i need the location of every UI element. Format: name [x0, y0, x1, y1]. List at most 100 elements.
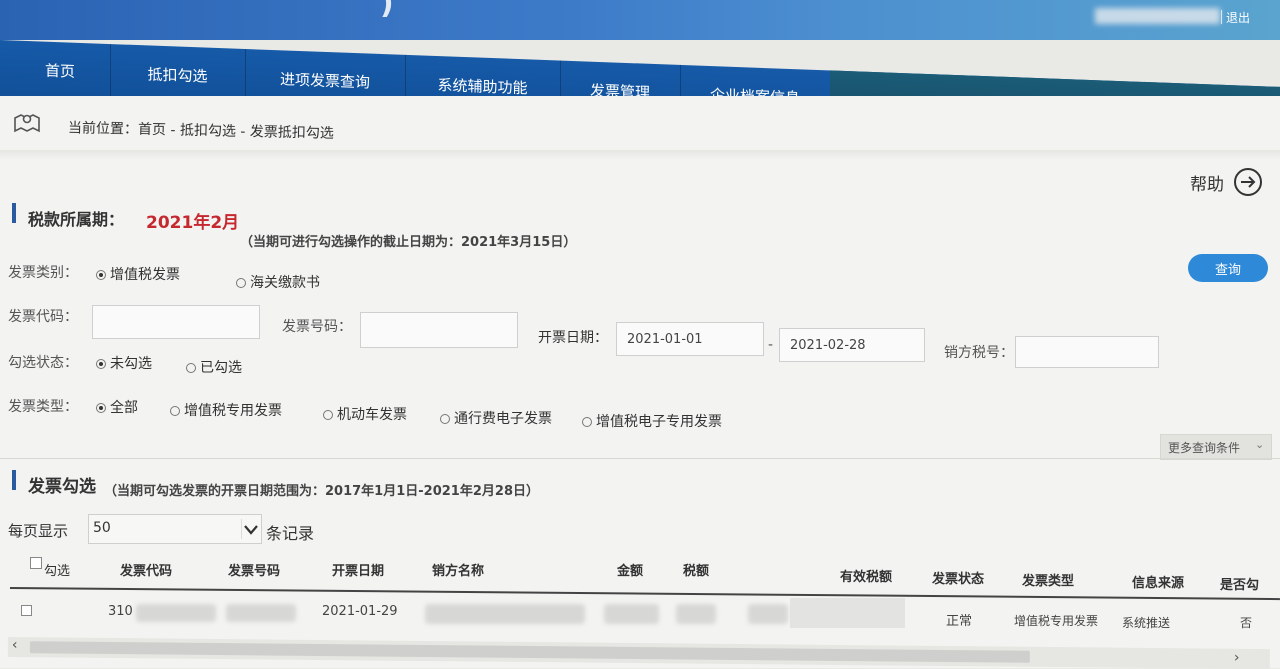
query-button-label: 查询	[1214, 262, 1241, 278]
th-issue-date: 开票日期	[332, 564, 385, 579]
system-title-blurred: )	[380, 0, 394, 21]
cell-is-selected: 否	[1240, 616, 1253, 630]
nav-label: 首页	[44, 61, 75, 81]
chevron-down-icon	[241, 519, 260, 539]
radio-icon[interactable]	[323, 410, 333, 420]
per-page-value: 50	[93, 520, 111, 536]
logout-link[interactable]: 退出	[1226, 9, 1250, 26]
select-status-option[interactable]: 未勾选	[96, 353, 152, 373]
arrow-right-circle-icon[interactable]	[1232, 166, 1264, 198]
cell-invoice-code: 310	[108, 604, 133, 619]
option-label: 海关缴款书	[250, 275, 320, 291]
breadcrumb-divider	[0, 150, 1280, 160]
th-tax: 税额	[683, 564, 710, 579]
nav-home[interactable]: 首页	[10, 40, 111, 101]
invoice-type-option[interactable]: 全部	[96, 397, 138, 417]
invoice-number-input[interactable]	[360, 312, 518, 348]
help-link-label[interactable]: 帮助	[1190, 170, 1224, 195]
option-label: 未勾选	[110, 356, 152, 372]
records-label: 条记录	[266, 524, 315, 543]
invoice-category-option[interactable]: 海关缴款书	[236, 272, 320, 292]
divider	[1221, 10, 1222, 24]
invoice-category-option[interactable]: 增值税发票	[96, 264, 180, 284]
radio-icon[interactable]	[170, 406, 180, 416]
cell-info-source: 系统推送	[1122, 616, 1171, 630]
top-header: ) 退出	[0, 0, 1280, 40]
invoice-code-input[interactable]	[92, 305, 260, 339]
cell-redacted	[136, 604, 216, 622]
select-status-option[interactable]: 已勾选	[186, 357, 242, 377]
cell-redacted	[226, 604, 296, 622]
radio-selected-icon[interactable]	[96, 359, 106, 369]
per-page-label: 每页显示	[8, 522, 69, 540]
select-status-label: 勾选状态：	[8, 355, 78, 371]
invoice-select-note: （当期可勾选发票的开票日期范围为：2017年1月1日-2021年2月28日）	[104, 484, 539, 499]
cell-redacted	[425, 604, 585, 624]
issue-date-label: 开票日期：	[538, 330, 608, 346]
row-checkbox[interactable]	[21, 605, 32, 616]
invoice-category-label: 发票类别：	[8, 265, 78, 281]
per-page-select[interactable]: 50	[88, 514, 262, 544]
radio-selected-icon[interactable]	[96, 403, 106, 413]
scroll-left-icon[interactable]: ‹	[12, 637, 18, 653]
radio-selected-icon[interactable]	[96, 270, 106, 280]
option-label: 全部	[110, 400, 138, 416]
seller-tax-id-input[interactable]	[1015, 336, 1159, 368]
content-panel	[0, 96, 1280, 668]
invoice-type-option[interactable]: 增值税专用发票	[170, 400, 282, 420]
date-to-input[interactable]	[779, 328, 925, 362]
invoice-select-title: 发票勾选	[28, 477, 96, 497]
option-label: 增值税发票	[110, 267, 180, 283]
username-blurred	[1095, 8, 1220, 24]
cell-redacted	[676, 604, 716, 624]
th-is-selected: 是否勾	[1220, 578, 1260, 593]
th-amount: 金额	[617, 564, 644, 579]
cell-invoice-status: 正常	[946, 614, 973, 629]
radio-icon[interactable]	[236, 278, 246, 288]
tax-period-note: （当期可进行勾选操作的截止日期为：2021年3月15日）	[240, 235, 577, 250]
logo-fragment	[10, 0, 100, 6]
location-map-icon	[14, 114, 40, 133]
nav-label: 抵扣勾选	[147, 64, 208, 86]
radio-icon[interactable]	[440, 414, 450, 424]
nav-label: 系统辅助功能	[437, 75, 528, 97]
cell-effective-tax	[790, 598, 905, 628]
invoice-number-label: 发票号码：	[282, 319, 352, 335]
chevron-down-icon: ⌄	[1255, 438, 1265, 451]
cell-redacted	[604, 604, 659, 624]
table-row[interactable]: 310 2021-01-29 正常 增值税专用发票 系统推送 否	[0, 594, 1280, 634]
th-invoice-type: 发票类型	[1022, 574, 1075, 589]
cell-issue-date: 2021-01-29	[322, 604, 398, 619]
th-invoice-number: 发票号码	[228, 564, 281, 579]
more-conditions-label: 更多查询条件	[1168, 441, 1241, 455]
radio-icon[interactable]	[582, 417, 592, 427]
option-label: 通行费电子发票	[454, 411, 552, 427]
invoice-type-option[interactable]: 机动车发票	[323, 404, 407, 424]
invoice-type-label: 发票类型：	[8, 399, 78, 415]
option-label: 机动车发票	[337, 407, 407, 423]
cell-invoice-type: 增值税专用发票	[1014, 614, 1099, 628]
select-all-checkbox[interactable]	[30, 557, 42, 569]
th-info-source: 信息来源	[1132, 576, 1185, 591]
option-label: 增值税电子专用发票	[596, 414, 722, 430]
tax-period-value: 2021年2月	[146, 213, 240, 233]
seller-tax-id-label: 销方税号：	[944, 345, 1014, 361]
tax-period-label: 税款所属期：	[28, 210, 125, 229]
th-invoice-code: 发票代码	[120, 564, 173, 579]
nav-label: 进项发票查询	[279, 69, 370, 92]
radio-icon[interactable]	[186, 363, 196, 373]
query-button[interactable]: 查询	[1188, 254, 1268, 282]
section-divider	[0, 458, 1280, 459]
th-select: 勾选	[44, 564, 71, 579]
more-conditions-button[interactable]: 更多查询条件 ⌄	[1160, 434, 1272, 460]
invoice-type-option[interactable]: 通行费电子发票	[440, 408, 552, 428]
option-label: 已勾选	[200, 360, 242, 376]
th-effective-tax: 有效税额	[840, 570, 893, 585]
invoice-code-label: 发票代码：	[8, 309, 78, 325]
date-from-input[interactable]	[616, 322, 764, 356]
invoice-type-option[interactable]: 增值税电子专用发票	[582, 411, 722, 431]
section-marker	[12, 470, 16, 490]
scroll-right-icon[interactable]: ›	[1234, 650, 1240, 666]
th-invoice-status: 发票状态	[932, 572, 985, 587]
cell-redacted	[748, 604, 788, 624]
